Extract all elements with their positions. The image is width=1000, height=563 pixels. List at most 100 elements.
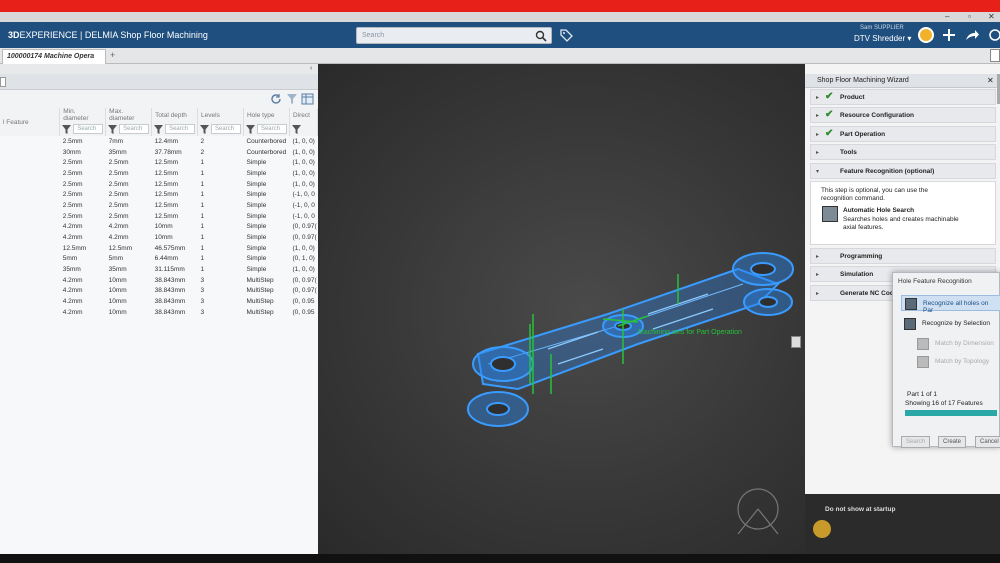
table-cell: 2.5mm	[62, 159, 83, 167]
table-row[interactable]: 4.2mm 10mm 38.843mm 3 MultiStep (0, 0.97(	[0, 275, 318, 286]
filter-icon[interactable]	[154, 124, 164, 134]
expand-arrow-icon[interactable]: ▸	[816, 131, 819, 138]
avatar[interactable]	[918, 27, 934, 43]
table-cell: (1, 0, 0)	[292, 148, 315, 156]
column-search-input[interactable]: Search	[165, 124, 196, 134]
option-label: Match by Topology	[935, 358, 990, 365]
expand-arrow-icon[interactable]: ▸	[816, 94, 819, 101]
table-row[interactable]: 4.2mm 4.2mm 10mm 1 Simple (0, 0.97(	[0, 222, 318, 233]
step-part-operation[interactable]: ▸ ✔ Part Operation	[810, 126, 996, 142]
compass-icon[interactable]	[737, 488, 779, 535]
step-feature-recognition[interactable]: ▾ Feature Recognition (optional)	[810, 163, 996, 179]
feature-cell	[0, 200, 60, 211]
filter-icon[interactable]	[200, 124, 210, 134]
3d-viewport[interactable]: Machining axis for Part Operation	[318, 64, 805, 554]
expand-icon[interactable]	[990, 49, 1000, 62]
expand-arrow-icon[interactable]: ▸	[816, 112, 819, 119]
search-button[interactable]: Search	[901, 436, 931, 448]
restore-button[interactable]: ▫	[968, 12, 971, 21]
table-cell: 3	[200, 298, 205, 306]
filter-icon[interactable]	[245, 124, 255, 134]
cancel-button[interactable]: Cancel	[975, 436, 1000, 448]
part-count-label: Part 1 of 1	[907, 391, 937, 398]
table-row[interactable]: 2.5mm 2.5mm 12.5mm 1 Simple (1, 0, 0)	[0, 179, 318, 190]
step-programming[interactable]: ▸ Programming	[810, 248, 996, 264]
match-by-dimension-button[interactable]: Match by Dimension	[901, 336, 1000, 352]
feature-cell	[0, 254, 60, 265]
search-icon[interactable]	[535, 30, 547, 42]
table-row[interactable]: 2.5mm 2.5mm 12.5mm 1 Simple (-1, 0, 0	[0, 200, 318, 211]
table-row[interactable]: 5mm 5mm 6.44mm 1 Simple (0, 1, 0)	[0, 254, 318, 265]
filter-icon[interactable]	[108, 124, 118, 134]
expand-arrow-icon[interactable]: ▸	[816, 253, 819, 260]
search-placeholder: Search	[362, 32, 385, 39]
collapse-left-icon[interactable]: ‹	[310, 65, 312, 72]
tag-icon[interactable]	[559, 28, 573, 42]
table-row[interactable]: 4.2mm 10mm 38.843mm 3 MultiStep (0, 0.97(	[0, 286, 318, 297]
filter-icon[interactable]	[62, 124, 72, 134]
table-row[interactable]: 30mm 35mm 37.78mm 2 Counterbored (1, 0, 0)	[0, 147, 318, 158]
table-cell: 12.5mm	[108, 244, 133, 252]
table-row[interactable]: 4.2mm 10mm 38.843mm 3 MultiStep (0, 0.95	[0, 307, 318, 318]
step-tools[interactable]: ▸ Tools	[810, 144, 996, 160]
table-row[interactable]: 12.5mm 12.5mm 46.575mm 1 Simple (1, 0, 0)	[0, 243, 318, 254]
create-button[interactable]: Create	[938, 436, 967, 448]
expand-arrow-icon[interactable]: ▸	[816, 290, 819, 297]
hole-search-icon[interactable]	[822, 206, 838, 222]
add-icon[interactable]	[941, 27, 957, 43]
pin-icon[interactable]	[791, 336, 801, 348]
table-row[interactable]: 2.5mm 2.5mm 12.5mm 1 Simple (1, 0, 0)	[0, 168, 318, 179]
table-row[interactable]: 2.5mm 2.5mm 12.5mm 1 Simple (-1, 0, 0	[0, 189, 318, 200]
add-tab-button[interactable]: +	[110, 50, 115, 60]
table-cell: Simple	[246, 266, 267, 274]
automatic-hole-search-command[interactable]: Automatic Hole Search	[843, 207, 914, 214]
table-row[interactable]: 35mm 35mm 31.115mm 1 Simple (1, 0, 0)	[0, 264, 318, 275]
dont-show-checkbox[interactable]: Do not show at startup	[825, 506, 895, 513]
column-search-input[interactable]: Search	[256, 124, 287, 134]
tab-machine-operation[interactable]: 100000174 Machine Opera	[2, 49, 106, 64]
column-search-input[interactable]: Search	[119, 124, 150, 134]
table-cell: 1	[200, 234, 205, 242]
table-row[interactable]: 2.5mm 2.5mm 12.5mm 1 Simple (1, 0, 0)	[0, 157, 318, 168]
recognize-all-holes-button[interactable]: Recognize all holes on Par	[901, 295, 1000, 314]
column-search-input[interactable]: Search	[73, 124, 104, 134]
close-window-button[interactable]: ✕	[988, 12, 995, 21]
column-header-direction[interactable]: Direct	[289, 108, 319, 122]
refresh-icon[interactable]	[270, 93, 282, 105]
filter-icon[interactable]	[291, 124, 301, 134]
tenant-selector[interactable]: DTV Shredder ▾	[854, 34, 911, 43]
table-cell: (0, 0.95	[292, 298, 315, 306]
table-cell: 12.4mm	[154, 137, 179, 145]
search-input[interactable]: Search	[356, 27, 552, 44]
minimize-button[interactable]: –	[945, 12, 949, 21]
column-header-hole-type[interactable]: Hole type	[243, 108, 290, 122]
table-cell: 5mm	[62, 255, 78, 263]
column-header-min-diameter[interactable]: Min. diameter	[59, 108, 107, 122]
column-header-max-diameter[interactable]: Max. diameter	[105, 108, 153, 122]
columns-icon[interactable]	[301, 93, 314, 105]
column-header-total-depth[interactable]: Total depth	[151, 108, 199, 122]
column-header-feature[interactable]: l Feature	[0, 108, 61, 136]
help-icon[interactable]	[988, 27, 1000, 43]
part-model[interactable]: Machining axis for Part Operation	[318, 64, 805, 554]
table-cell: 1	[200, 180, 205, 188]
table-cell: 31.115mm	[154, 266, 185, 274]
share-icon[interactable]	[964, 27, 980, 43]
close-icon[interactable]: ✕	[987, 76, 994, 85]
collapse-arrow-icon[interactable]: ▾	[816, 168, 819, 175]
table-cell: Simple	[246, 234, 267, 242]
step-resource-configuration[interactable]: ▸ ✔ Resource Configuration	[810, 107, 996, 123]
column-search-input[interactable]: Search	[211, 124, 241, 134]
table-row[interactable]: 4.2mm 10mm 38.843mm 3 MultiStep (0, 0.95	[0, 296, 318, 307]
column-header-levels[interactable]: Levels	[197, 108, 244, 122]
table-row[interactable]: 2.5mm 2.5mm 12.5mm 1 Simple (-1, 0, 0	[0, 211, 318, 222]
recognize-by-selection-button[interactable]: Recognize by Selection	[901, 316, 1000, 332]
table-row[interactable]: 4.2mm 4.2mm 10mm 1 Simple (0, 0.97(	[0, 232, 318, 243]
brand-text: EXPERIENCE | DELMIA Shop Floor Machining	[19, 30, 208, 40]
expand-arrow-icon[interactable]: ▸	[816, 149, 819, 156]
clear-filter-icon[interactable]	[286, 93, 298, 105]
match-by-topology-button[interactable]: Match by Topology	[901, 354, 1000, 370]
expand-arrow-icon[interactable]: ▸	[816, 271, 819, 278]
table-row[interactable]: 2.5mm 7mm 12.4mm 2 Counterbored (1, 0, 0)	[0, 136, 318, 147]
step-product[interactable]: ▸ ✔ Product	[810, 89, 996, 105]
